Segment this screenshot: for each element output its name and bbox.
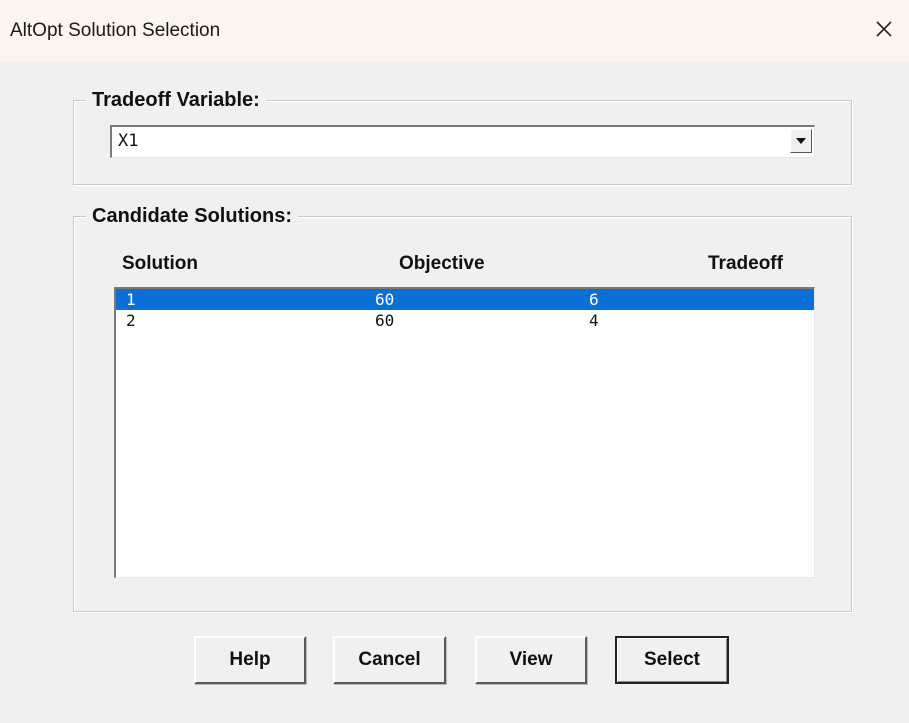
tradeoff-variable-group: Tradeoff Variable: X1 [73, 87, 852, 185]
solution-cell: 2 [126, 311, 136, 330]
window-title: AltOpt Solution Selection [10, 20, 221, 41]
close-icon[interactable] [871, 16, 897, 42]
column-header-tradeoff: Tradeoff [708, 253, 783, 274]
dropdown-arrow-icon[interactable] [790, 129, 812, 153]
candidate-solutions-legend: Candidate Solutions: [86, 203, 298, 229]
view-button[interactable]: View [475, 636, 587, 684]
cancel-button[interactable]: Cancel [333, 636, 446, 684]
tradeoff-cell: 4 [589, 311, 599, 330]
tradeoff-variable-value: X1 [118, 131, 139, 151]
tradeoff-variable-dropdown[interactable]: X1 [110, 125, 815, 158]
column-header-objective: Objective [399, 253, 485, 274]
solution-cell: 1 [126, 290, 136, 309]
objective-cell: 60 [375, 311, 395, 330]
candidate-solutions-list[interactable]: 1 60 6 2 60 4 [114, 287, 815, 578]
list-item[interactable]: 2 60 4 [116, 310, 814, 331]
column-header-solution: Solution [122, 253, 198, 274]
list-item[interactable]: 1 60 6 [116, 289, 814, 310]
objective-cell: 60 [375, 290, 395, 309]
tradeoff-cell: 6 [589, 290, 599, 309]
title-bar: AltOpt Solution Selection [0, 0, 909, 62]
select-button[interactable]: Select [615, 636, 729, 684]
tradeoff-variable-legend: Tradeoff Variable: [86, 87, 266, 113]
help-button[interactable]: Help [194, 636, 306, 684]
candidate-solutions-group: Candidate Solutions: Solution Objective … [73, 203, 852, 612]
